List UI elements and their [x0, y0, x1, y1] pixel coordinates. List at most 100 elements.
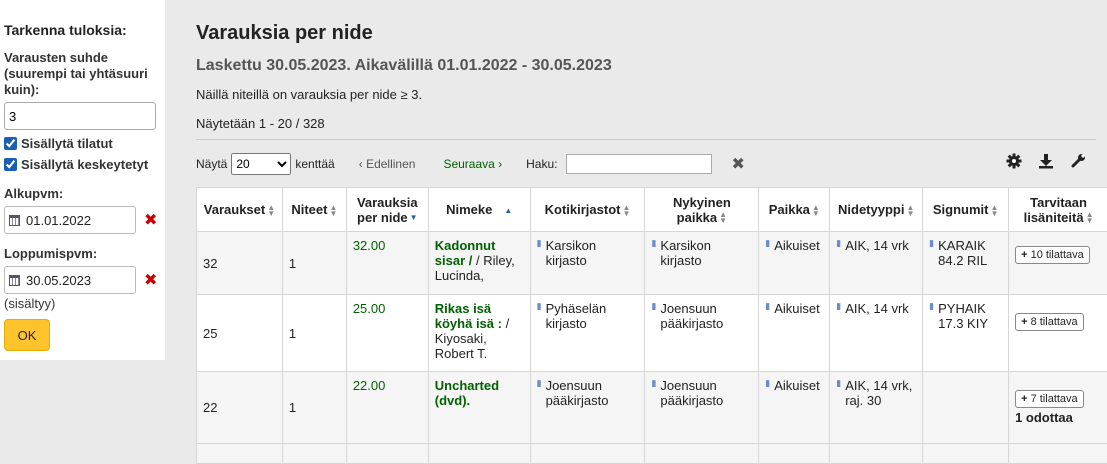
from-date-label: Alkupvm: — [4, 186, 161, 202]
col-callnumber[interactable]: Signumit▲▼ — [923, 188, 1009, 232]
include-suspended-label: Sisällytä keskeytetyt — [21, 157, 148, 172]
bullet-icon: ▮ — [929, 301, 934, 331]
page-size-select[interactable]: 20 — [231, 153, 291, 175]
cell-title: Rikas isä köyhä isä : / Kiyosaki, Robert… — [428, 295, 530, 372]
home-library: Karsikon kirjasto — [546, 238, 639, 268]
plus-icon: + — [1021, 393, 1027, 405]
col-needed[interactable]: Tarvitaan lisäniteitä▲▼ — [1009, 188, 1107, 232]
plus-icon: + — [1021, 249, 1027, 261]
table-row: 22 1 22.00 Uncharted (dvd). ▮Joensuun pä… — [197, 372, 1107, 444]
page-subtitle: Laskettu 30.05.2023. Aikavälillä 01.01.2… — [196, 57, 1107, 75]
search-input[interactable] — [566, 154, 712, 174]
order-label: 7 tilattava — [1031, 393, 1078, 405]
filter-heading: Tarkenna tuloksia: — [4, 22, 161, 38]
sort-icon: ▲▼ — [812, 205, 820, 217]
cell-ratio: 22.00 — [346, 372, 428, 444]
bullet-icon: ▮ — [836, 238, 841, 253]
order-label: 10 tilattava — [1031, 249, 1084, 261]
col-home-libraries-label: Kotikirjastot — [545, 202, 621, 217]
cell-empty — [830, 444, 923, 464]
callnumber: KARAIK 84.2 RIL — [938, 238, 1002, 268]
showing-count: Näytetään 1 - 20 / 328 — [196, 116, 1096, 140]
main-content: Varauksia per nide Laskettu 30.05.2023. … — [196, 0, 1107, 176]
from-date-input[interactable]: 01.01.2022 — [4, 206, 136, 234]
clear-to-date-icon[interactable]: ✖ — [144, 270, 157, 290]
page-title: Varauksia per nide — [196, 22, 1107, 45]
col-ratio[interactable]: Varauksia per nide▼ — [346, 188, 428, 232]
plus-icon: + — [1021, 316, 1027, 328]
sort-icon: ▲▼ — [329, 205, 337, 217]
waiting-count: 1 odottaa — [1015, 410, 1102, 425]
sort-icon: ▲▼ — [719, 212, 727, 224]
include-ordered-check[interactable] — [4, 137, 17, 150]
wrench-icon[interactable] — [1069, 152, 1087, 170]
ratio-label: Varausten suhde (suurempi tai yhtäsuuri … — [4, 50, 161, 98]
col-home-libraries[interactable]: Kotikirjastot▲▼ — [530, 188, 645, 232]
bullet-icon: ▮ — [929, 238, 934, 268]
include-ordered-checkbox[interactable]: Sisällytä tilatut — [4, 136, 161, 151]
bullet-icon: ▮ — [765, 238, 770, 253]
filter-sidebar: Tarkenna tuloksia: Varausten suhde (suur… — [0, 0, 165, 360]
cell-location: ▮Aikuiset — [759, 232, 830, 295]
bullet-icon: ▮ — [836, 378, 841, 408]
include-suspended-checkbox[interactable]: Sisällytä keskeytetyt — [4, 157, 161, 172]
cell-holds: 22 — [197, 372, 283, 444]
order-button[interactable]: + 8 tilattava — [1015, 313, 1084, 331]
col-title[interactable]: Nimeke▲ — [428, 188, 530, 232]
include-ordered-label: Sisällytä tilatut — [21, 136, 113, 151]
to-date-input[interactable]: 30.05.2023 — [4, 266, 136, 294]
bullet-icon: ▮ — [537, 301, 542, 331]
cell-empty — [346, 444, 428, 464]
cell-items: 1 — [282, 232, 346, 295]
cell-empty — [282, 444, 346, 464]
cell-empty — [759, 444, 830, 464]
ok-button[interactable]: OK — [4, 319, 50, 351]
search-label: Haku: — [526, 157, 557, 171]
title-link[interactable]: Rikas isä köyhä isä : — [435, 301, 502, 331]
from-date-value: 01.01.2022 — [26, 213, 91, 228]
col-ratio-label: Varauksia per nide — [357, 195, 418, 225]
col-items-label: Niteet — [291, 202, 327, 217]
next-page-link[interactable]: Seuraava › — [443, 157, 502, 171]
entries-label: kenttää — [295, 157, 334, 171]
col-holds-label: Varaukset — [204, 202, 265, 217]
col-current-location[interactable]: Nykyinen paikka▲▼ — [645, 188, 759, 232]
order-button[interactable]: + 10 tilattava — [1015, 246, 1090, 264]
calendar-icon — [9, 275, 20, 286]
cell-itemtype: ▮AIK, 14 vrk — [830, 295, 923, 372]
cell-home: ▮Pyhäselän kirjasto — [530, 295, 645, 372]
cell-empty — [645, 444, 759, 464]
sort-desc-icon: ▼ — [410, 215, 418, 221]
cell-holds: 25 — [197, 295, 283, 372]
gear-icon[interactable] — [1005, 152, 1023, 170]
order-button[interactable]: + 7 tilattava — [1015, 390, 1084, 408]
to-date-label: Loppumispvm: — [4, 246, 161, 262]
ratio-input[interactable] — [4, 102, 156, 130]
cell-callnumber — [923, 372, 1009, 444]
table-row: 25 1 25.00 Rikas isä köyhä isä : / Kiyos… — [197, 295, 1107, 372]
clear-from-date-icon[interactable]: ✖ — [144, 210, 157, 230]
bullet-icon: ▮ — [836, 301, 841, 316]
col-items[interactable]: Niteet▲▼ — [282, 188, 346, 232]
title-link[interactable]: Uncharted (dvd). — [435, 378, 499, 408]
col-callnumber-label: Signumit — [933, 202, 989, 217]
location: Aikuiset — [774, 378, 820, 393]
cell-location: ▮Aikuiset — [759, 295, 830, 372]
sort-icon: ▲▼ — [990, 205, 998, 217]
clear-search-icon[interactable]: ✖ — [732, 154, 745, 174]
current-library: Joensuun pääkirjasto — [660, 378, 752, 408]
include-suspended-check[interactable] — [4, 158, 17, 171]
ratio-info: Näillä niteillä on varauksia per nide ≥ … — [196, 87, 1107, 102]
cell-holds: 32 — [197, 232, 283, 295]
col-holds[interactable]: Varaukset▲▼ — [197, 188, 283, 232]
cell-callnumber: ▮KARAIK 84.2 RIL — [923, 232, 1009, 295]
bullet-icon: ▮ — [765, 301, 770, 316]
bullet-icon: ▮ — [651, 378, 656, 408]
cell-current: ▮Joensuun pääkirjasto — [645, 372, 759, 444]
col-itemtype[interactable]: Nidetyyppi▲▼ — [830, 188, 923, 232]
previous-page-link[interactable]: ‹ Edellinen — [359, 157, 416, 171]
download-icon[interactable] — [1037, 152, 1055, 170]
cell-empty — [923, 444, 1009, 464]
calendar-icon — [9, 215, 20, 226]
col-location[interactable]: Paikka▲▼ — [759, 188, 830, 232]
